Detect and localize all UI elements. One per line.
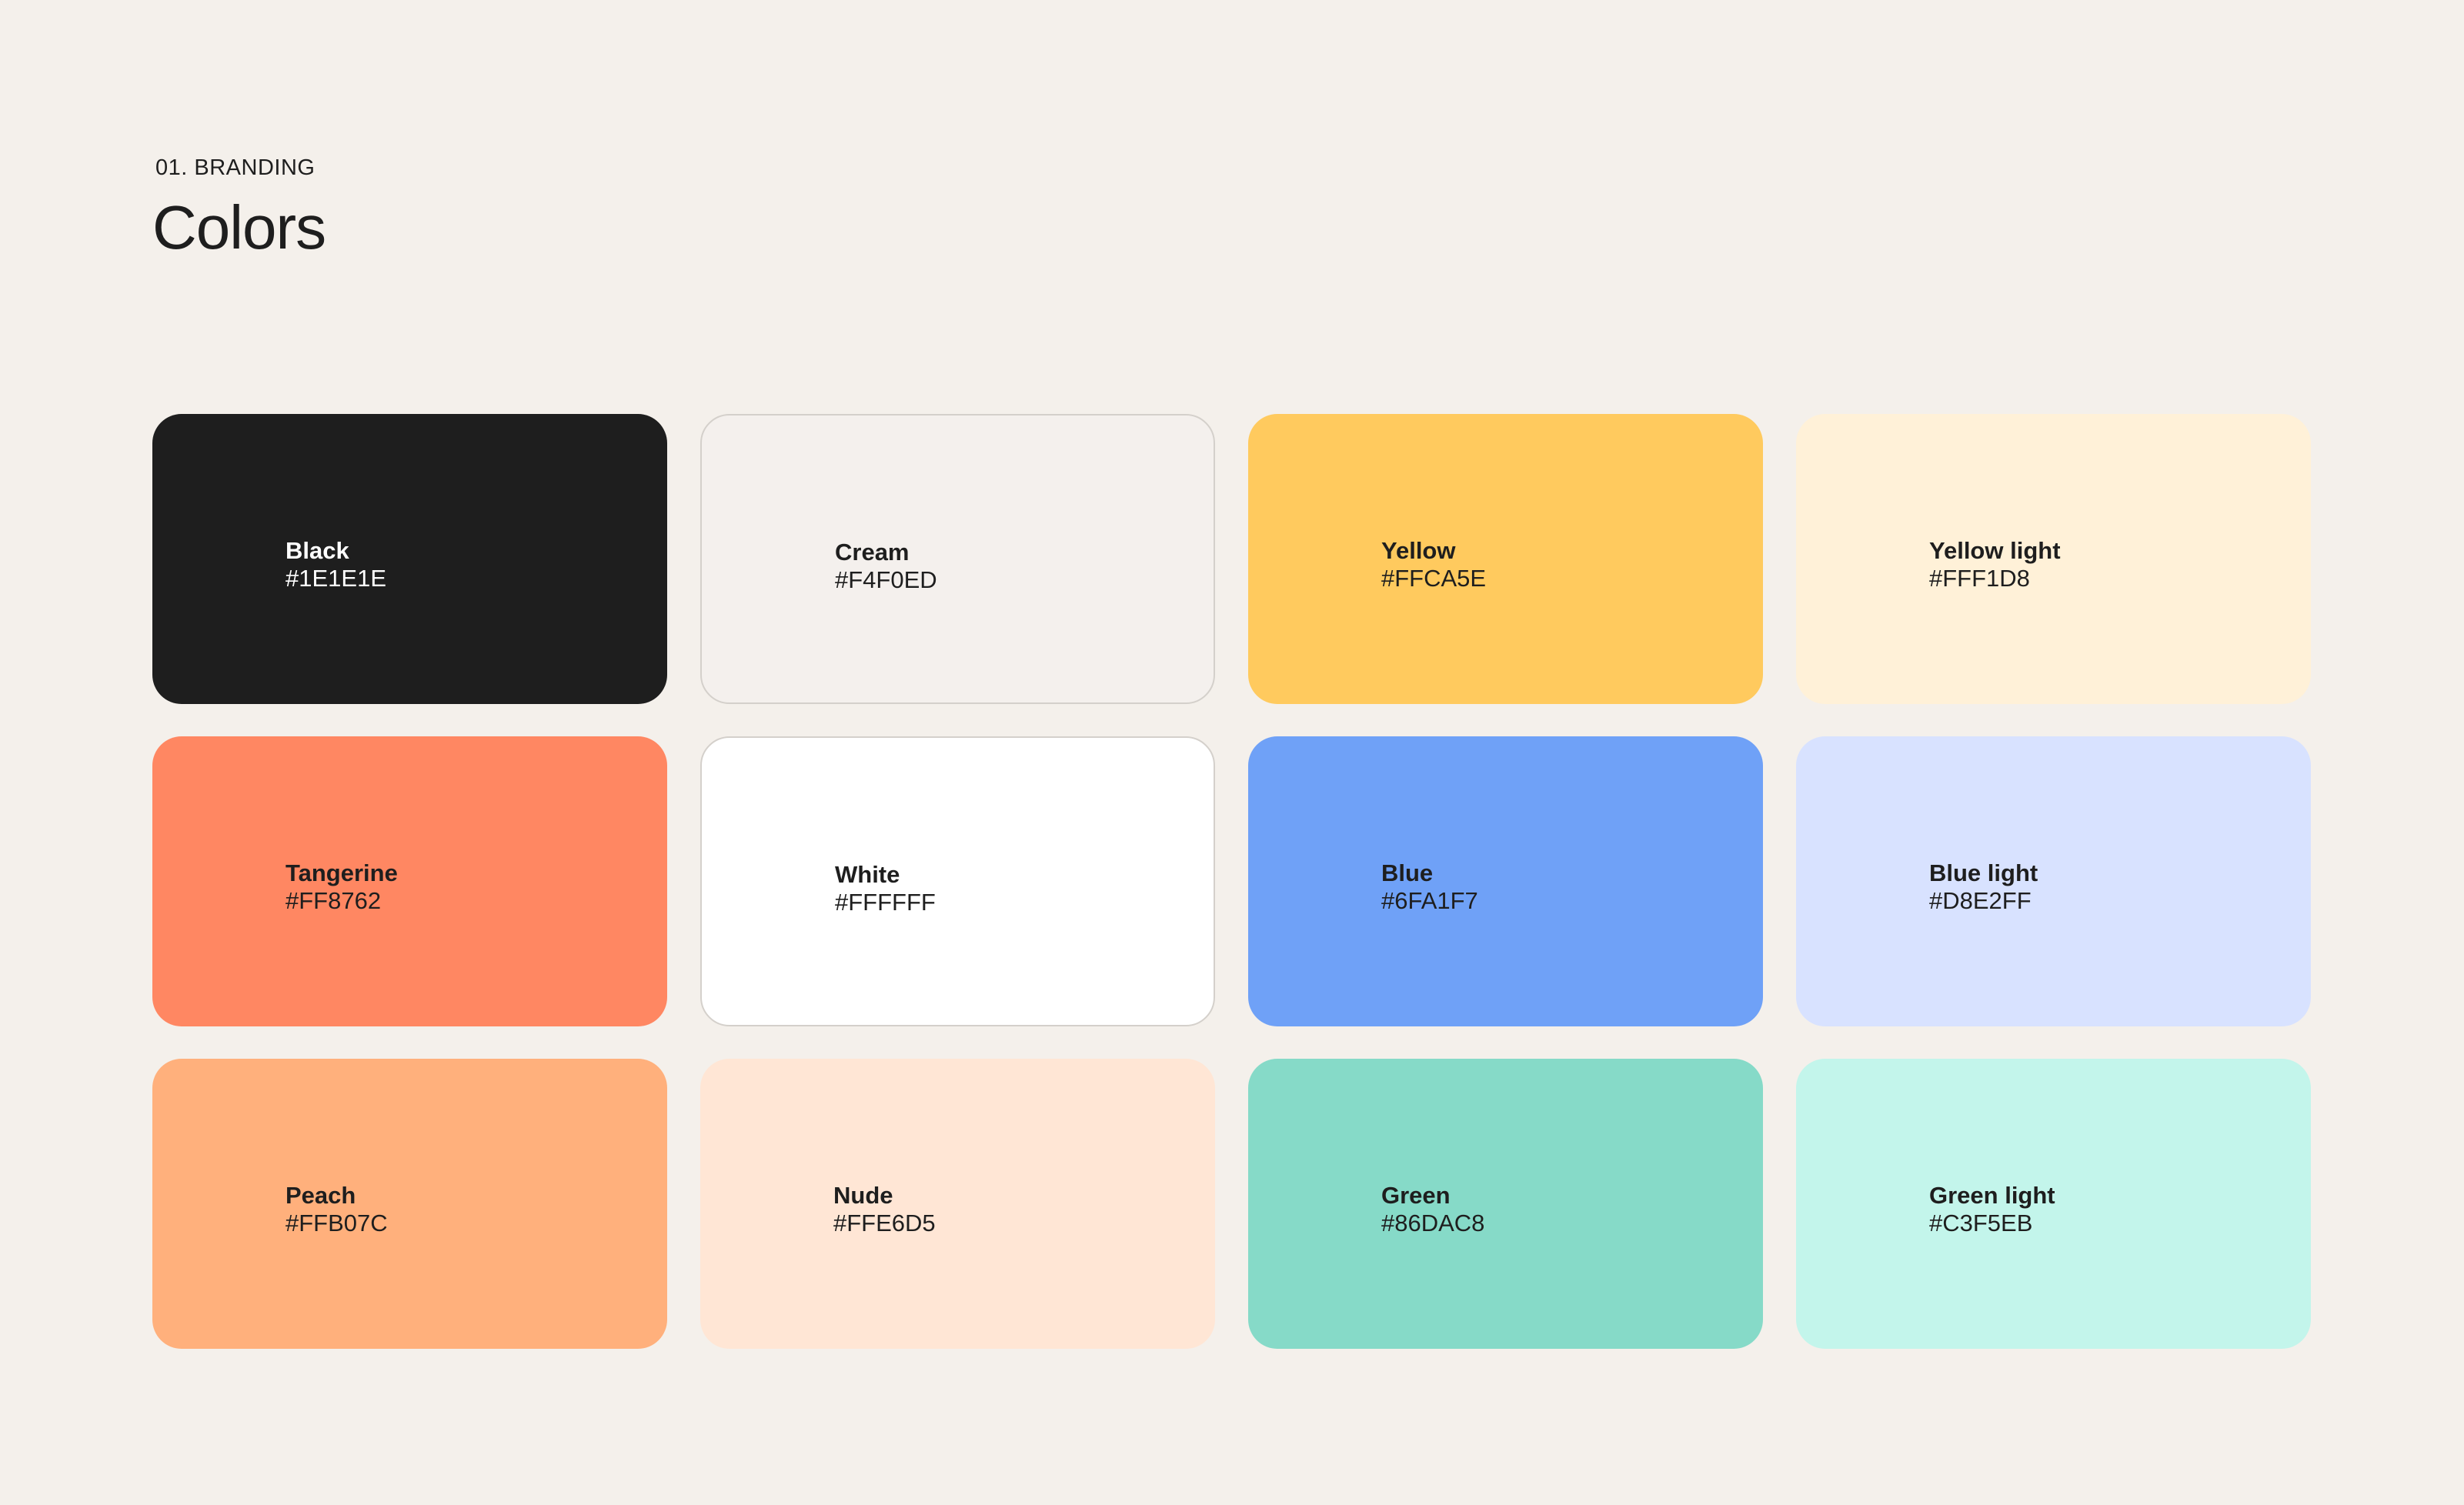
swatch-white: White #FFFFFF [700,736,1215,1026]
swatch-hex: #FFB07C [285,1210,388,1236]
swatch-label: Blue light #D8E2FF [1929,859,2038,915]
swatch-hex: #FFE6D5 [833,1210,936,1236]
swatch-peach: Peach #FFB07C [152,1059,667,1349]
swatch-nude: Nude #FFE6D5 [700,1059,1215,1349]
swatch-label: Green light #C3F5EB [1929,1182,2055,1237]
color-swatch-grid: Black #1E1E1E Cream #F4F0ED Yellow #FFCA… [152,414,2311,1349]
swatch-name: Green light [1929,1182,2055,1209]
swatch-hex: #1E1E1E [285,565,386,592]
swatch-hex: #C3F5EB [1929,1210,2033,1236]
swatch-label: Cream #F4F0ED [835,539,937,594]
page-header: 01. BRANDING Colors [152,152,326,265]
swatch-label: Nude #FFE6D5 [833,1182,936,1237]
swatch-green: Green #86DAC8 [1248,1059,1763,1349]
swatch-blue-light: Blue light #D8E2FF [1796,736,2311,1026]
swatch-green-light: Green light #C3F5EB [1796,1059,2311,1349]
swatch-name: Cream [835,539,910,566]
swatch-label: Yellow light #FFF1D8 [1929,537,2061,592]
swatch-hex: #D8E2FF [1929,887,2032,914]
swatch-black: Black #1E1E1E [152,414,667,704]
swatch-name: Nude [833,1182,893,1209]
swatch-name: Yellow light [1929,537,2061,564]
swatch-hex: #FF8762 [285,887,382,914]
swatch-name: Black [285,537,349,564]
swatch-name: White [835,861,900,888]
swatch-blue: Blue #6FA1F7 [1248,736,1763,1026]
swatch-name: Yellow [1381,537,1456,564]
swatch-label: Peach #FFB07C [285,1182,388,1237]
swatch-hex: #86DAC8 [1381,1210,1485,1236]
swatch-hex: #F4F0ED [835,566,937,593]
swatch-name: Blue light [1929,859,2038,886]
swatch-cream: Cream #F4F0ED [700,414,1215,704]
swatch-label: Green #86DAC8 [1381,1182,1484,1237]
swatch-label: Black #1E1E1E [285,537,386,592]
swatch-name: Green [1381,1182,1451,1209]
swatch-label: Yellow #FFCA5E [1381,537,1486,592]
swatch-name: Peach [285,1182,356,1209]
swatch-name: Blue [1381,859,1434,886]
swatch-yellow-light: Yellow light #FFF1D8 [1796,414,2311,704]
swatch-name: Tangerine [285,859,398,886]
swatch-label: White #FFFFFF [835,861,936,916]
swatch-yellow: Yellow #FFCA5E [1248,414,1763,704]
swatch-label: Tangerine #FF8762 [285,859,398,915]
swatch-label: Blue #6FA1F7 [1381,859,1478,915]
swatch-hex: #FFCA5E [1381,565,1487,592]
swatch-hex: #FFFFFF [835,889,936,916]
section-label: 01. BRANDING [155,155,316,180]
swatch-hex: #6FA1F7 [1381,887,1478,914]
swatch-hex: #FFF1D8 [1929,565,2030,592]
swatch-tangerine: Tangerine #FF8762 [152,736,667,1026]
page-title: Colors [152,193,326,262]
